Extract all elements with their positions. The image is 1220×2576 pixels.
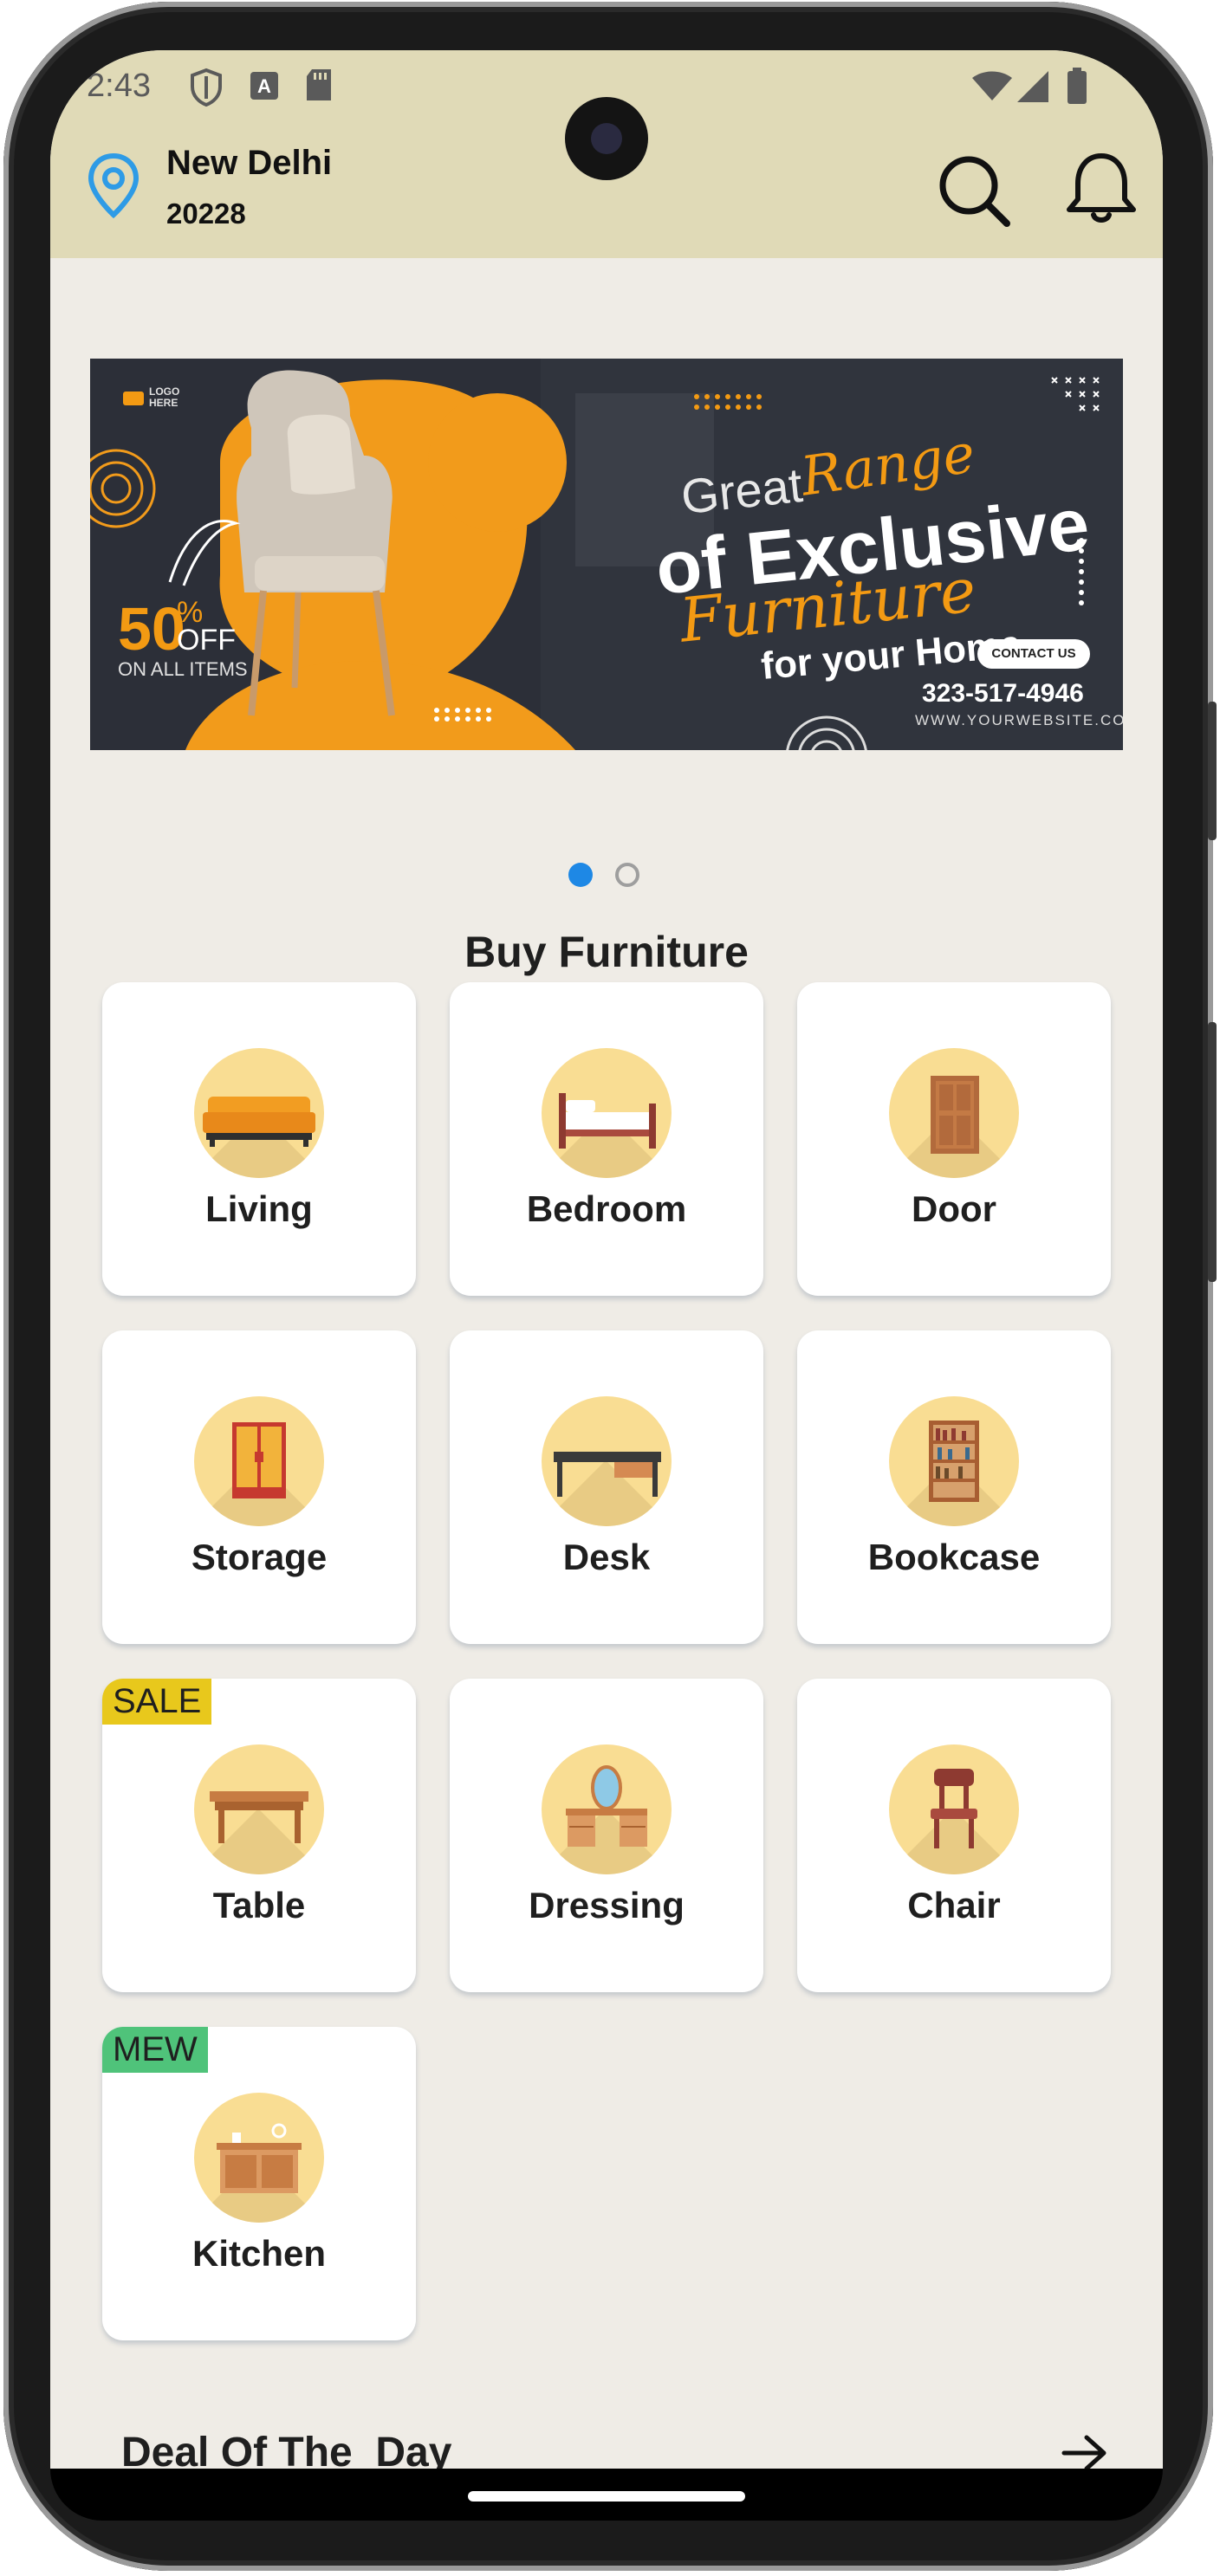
wifi-icon: [972, 71, 1012, 100]
category-label: Door: [912, 1188, 996, 1229]
wardrobe-icon: [232, 1422, 286, 1498]
category-label: Living: [205, 1188, 313, 1229]
category-card-storage[interactable]: Storage: [102, 1330, 416, 1644]
carousel-dot-2[interactable]: [615, 863, 639, 887]
dressing-table-icon: [566, 1765, 647, 1847]
category-card-desk[interactable]: Desk: [450, 1330, 763, 1644]
category-label: Desk: [562, 1537, 651, 1577]
sd-card-icon: [307, 69, 331, 100]
notification-bell-icon[interactable]: [1062, 149, 1140, 227]
category-card-kitchen[interactable]: MEW Kitchen: [102, 2027, 416, 2340]
category-card-living[interactable]: Living: [102, 982, 416, 1296]
arrow-right-icon[interactable]: [1061, 2434, 1107, 2469]
category-label: Dressing: [529, 1885, 685, 1926]
new-tag: MEW: [102, 2027, 208, 2073]
sofa-icon: [203, 1097, 315, 1147]
door-icon: [931, 1076, 979, 1154]
banner-contact-button: CONTACT US: [977, 639, 1090, 669]
shield-icon: [191, 68, 222, 107]
location-pincode[interactable]: 20228: [166, 197, 246, 230]
category-card-door[interactable]: Door: [797, 982, 1111, 1296]
section-title-buy-furniture: Buy Furniture: [464, 928, 749, 976]
category-card-table[interactable]: SALE Table: [102, 1679, 416, 1992]
desk-icon: [554, 1452, 661, 1497]
banner-phone: 323-517-4946: [922, 679, 1084, 708]
location-pin-icon[interactable]: [87, 152, 140, 218]
banner-logo: LOGO HERE: [149, 385, 180, 409]
carousel-dot-1[interactable]: [568, 863, 593, 887]
deal-of-the-day-title: Deal Of The Day: [121, 2430, 452, 2469]
category-card-dressing[interactable]: Dressing: [450, 1679, 763, 1992]
sale-tag: SALE: [102, 1679, 212, 1725]
category-label: Bedroom: [526, 1188, 687, 1229]
category-label: Table: [212, 1885, 306, 1926]
signal-icon: [1017, 71, 1048, 102]
home-gesture-bar[interactable]: [468, 2491, 745, 2502]
category-label: Kitchen: [191, 2233, 326, 2274]
volume-button: [1208, 702, 1217, 840]
bed-icon: [559, 1093, 656, 1149]
category-label: Chair: [907, 1885, 1001, 1926]
promo-banner[interactable]: LOGO HERE Great Range of Exclusive Furni…: [90, 359, 1123, 750]
category-card-bedroom[interactable]: Bedroom: [450, 982, 763, 1296]
banner-discount-scope: ON ALL ITEMS: [118, 658, 248, 680]
category-label: Storage: [191, 1537, 328, 1577]
front-camera: [565, 97, 648, 180]
svg-text:A: A: [257, 75, 271, 97]
banner-website: WWW.YOURWEBSITE.COM: [915, 712, 1123, 728]
category-label: Bookcase: [867, 1537, 1041, 1577]
location-city[interactable]: New Delhi: [166, 144, 332, 183]
category-card-bookcase[interactable]: Bookcase: [797, 1330, 1111, 1644]
search-icon[interactable]: [936, 152, 1012, 229]
app-header: 2:43 A New Delhi 20228: [50, 50, 1163, 258]
app-screen: 2:43 A New Delhi 20228 LOGO HERE Great R…: [50, 50, 1163, 2469]
banner-discount-value: 50: [118, 595, 185, 663]
status-time: 2:43: [87, 68, 151, 104]
font-app-icon: A: [250, 72, 278, 100]
kitchen-icon: [217, 2123, 302, 2193]
bookcase-icon: [929, 1421, 979, 1502]
category-card-chair[interactable]: Chair: [797, 1679, 1111, 1992]
battery-icon: [1068, 68, 1087, 104]
chair-icon: [931, 1769, 977, 1848]
power-button: [1208, 1022, 1217, 1282]
banner-discount-off: OFF: [177, 624, 236, 657]
table-icon: [210, 1791, 308, 1843]
